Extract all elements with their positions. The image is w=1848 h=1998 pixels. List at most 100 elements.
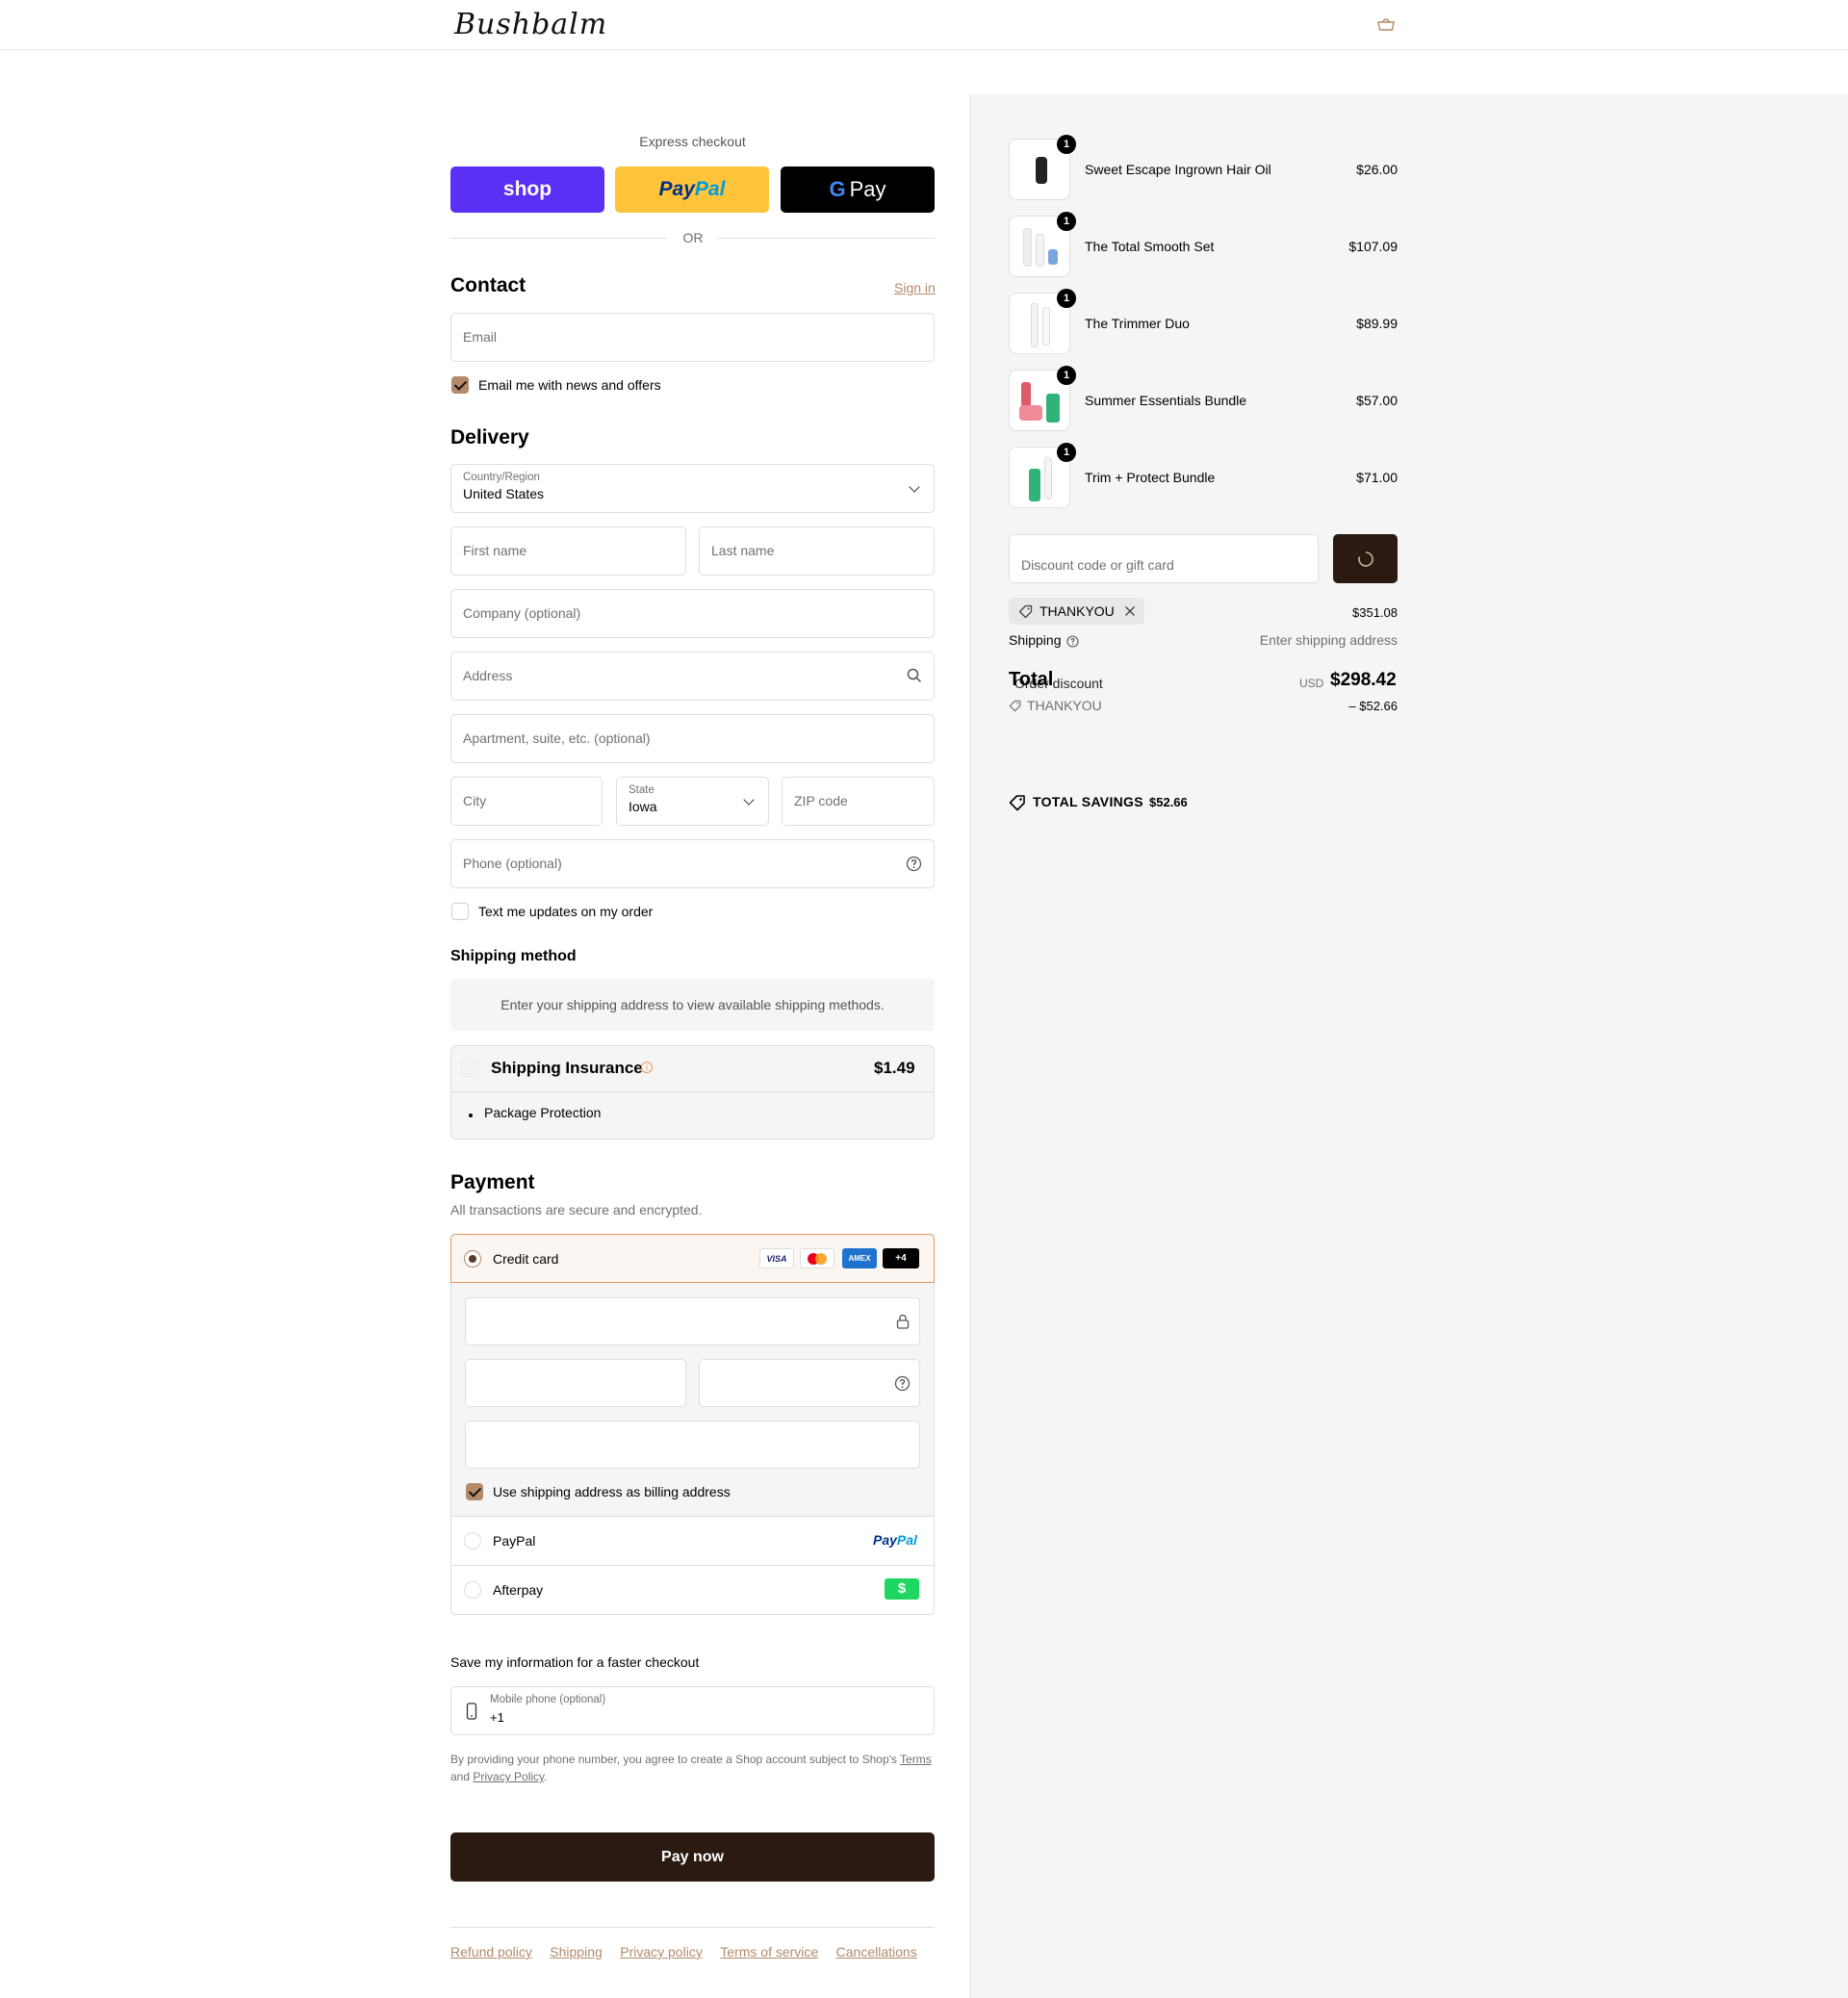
- delivery-heading: Delivery: [450, 426, 529, 448]
- privacy-policy-link[interactable]: Privacy Policy: [473, 1770, 544, 1783]
- pay-now-label: Pay now: [661, 1848, 724, 1865]
- paypal-logo: PayPal: [873, 1532, 917, 1548]
- paypal-label: PayPal: [493, 1533, 536, 1549]
- help-circle-icon[interactable]: [894, 1375, 911, 1392]
- line-item-price: $57.00: [1356, 393, 1398, 408]
- contact-heading: Contact: [450, 274, 526, 296]
- apartment-placeholder: Apartment, suite, etc. (optional): [463, 730, 651, 746]
- google-pay-label: Pay: [849, 177, 886, 201]
- payment-subtitle: All transactions are secure and encrypte…: [450, 1202, 703, 1217]
- terms-link[interactable]: Terms: [900, 1753, 932, 1766]
- discount-code-field[interactable]: Discount code or gift card: [1009, 534, 1319, 583]
- country-select[interactable]: Country/Region United States: [450, 464, 935, 513]
- chevron-down-icon: [909, 481, 920, 493]
- tag-icon: [1009, 700, 1021, 712]
- line-item-price: $26.00: [1356, 162, 1398, 177]
- paypal-express-logo-pal: Pal: [694, 178, 726, 200]
- product-image: [1048, 249, 1058, 265]
- line-item-name: Trim + Protect Bundle: [1085, 470, 1216, 485]
- afterpay-logo: $: [885, 1578, 919, 1600]
- product-image: [1029, 469, 1040, 501]
- product-image: [1046, 394, 1060, 423]
- name-on-card-field[interactable]: [465, 1421, 920, 1469]
- city-field[interactable]: City: [450, 777, 603, 826]
- card-number-field[interactable]: [465, 1297, 920, 1345]
- insurance-divider: [451, 1091, 934, 1092]
- quantity-badge: 1: [1057, 289, 1076, 308]
- help-circle-icon[interactable]: [1066, 635, 1079, 648]
- total-amount: $298.42: [1330, 670, 1397, 690]
- privacy-policy-footer-link[interactable]: Privacy policy: [620, 1944, 703, 1960]
- apply-discount-button[interactable]: [1333, 534, 1398, 583]
- sms-updates-checkbox[interactable]: [451, 903, 469, 920]
- paypal-express-button[interactable]: PayPal: [615, 166, 769, 213]
- newsletter-checkbox[interactable]: [451, 376, 469, 394]
- email-field[interactable]: Email: [450, 313, 935, 362]
- company-field[interactable]: Company (optional): [450, 589, 935, 638]
- sign-in-link[interactable]: Sign in: [894, 280, 936, 295]
- afterpay-radio[interactable]: [464, 1581, 481, 1599]
- apartment-field[interactable]: Apartment, suite, etc. (optional): [450, 714, 935, 763]
- save-info-heading: Save my information for a faster checkou…: [450, 1654, 700, 1670]
- line-item-price: $89.99: [1356, 316, 1398, 331]
- remove-discount-icon[interactable]: [1124, 605, 1136, 617]
- city-placeholder: City: [463, 793, 487, 808]
- phone-field[interactable]: Phone (optional): [450, 839, 935, 888]
- lock-icon: [896, 1314, 910, 1329]
- address-field[interactable]: Address: [450, 652, 935, 701]
- savings-tag-icon: [1009, 795, 1025, 811]
- total-savings-amount: $52.66: [1149, 795, 1188, 809]
- shopping-bag-icon[interactable]: [1376, 17, 1396, 31]
- expiration-field[interactable]: [465, 1359, 686, 1407]
- refund-policy-link[interactable]: Refund policy: [450, 1944, 532, 1960]
- spinner-icon: [1357, 551, 1373, 567]
- info-icon[interactable]: i: [641, 1062, 653, 1073]
- paypal-radio[interactable]: [464, 1532, 481, 1550]
- shipping-method-message: Enter your shipping address to view avai…: [500, 997, 885, 1012]
- product-image: [1044, 457, 1052, 500]
- billing-address-checkbox[interactable]: [466, 1483, 483, 1500]
- line-item-name: Sweet Escape Ingrown Hair Oil: [1085, 162, 1271, 177]
- shipping-policy-link[interactable]: Shipping: [550, 1944, 603, 1960]
- more-cards-badge: +4: [883, 1248, 919, 1268]
- afterpay-label: Afterpay: [493, 1582, 544, 1598]
- subtotal-value: $351.08: [1352, 605, 1398, 620]
- footer-divider: [450, 1927, 935, 1928]
- product-image: [1023, 228, 1032, 267]
- insurance-checkbox[interactable]: [461, 1060, 478, 1077]
- visa-logo: VISA: [759, 1248, 794, 1268]
- security-code-field[interactable]: [699, 1359, 920, 1407]
- google-pay-button[interactable]: G Pay: [781, 166, 935, 213]
- mobile-phone-icon: [466, 1703, 477, 1720]
- line-item-price: $107.09: [1348, 239, 1398, 254]
- last-name-field[interactable]: Last name: [699, 526, 935, 576]
- brand-logo[interactable]: Bushbalm: [454, 8, 607, 41]
- help-circle-icon[interactable]: [906, 856, 922, 872]
- terms-of-service-link[interactable]: Terms of service: [720, 1944, 818, 1960]
- address-placeholder: Address: [463, 668, 513, 683]
- quantity-badge: 1: [1057, 366, 1076, 385]
- paypal-logo-pay: Pay: [873, 1532, 897, 1548]
- zip-field[interactable]: ZIP code: [782, 777, 935, 826]
- radio-dot: [469, 1255, 476, 1263]
- legal-suffix: .: [544, 1770, 548, 1783]
- shipping-method-heading: Shipping method: [450, 948, 577, 964]
- product-image: [1036, 157, 1047, 184]
- cancellations-link[interactable]: Cancellations: [836, 1944, 917, 1960]
- pay-now-button[interactable]: Pay now: [450, 1832, 935, 1882]
- order-summary: [970, 94, 1848, 1998]
- discount-code-placeholder: Discount code or gift card: [1021, 557, 1174, 573]
- company-placeholder: Company (optional): [463, 605, 581, 621]
- insurance-price: $1.49: [874, 1059, 915, 1077]
- insurance-bullet: Package Protection: [484, 1105, 602, 1120]
- state-select[interactable]: State Iowa: [616, 777, 769, 826]
- payment-heading: Payment: [450, 1171, 535, 1193]
- total-savings-label: TOTAL SAVINGS: [1033, 794, 1143, 809]
- mobile-phone-field[interactable]: Mobile phone (optional) +1: [450, 1686, 935, 1735]
- first-name-field[interactable]: First name: [450, 526, 686, 576]
- credit-card-radio[interactable]: [464, 1250, 481, 1268]
- sms-updates-label: Text me updates on my order: [478, 904, 654, 919]
- divider-right: [718, 238, 935, 239]
- state-value: Iowa: [629, 799, 657, 814]
- shop-pay-button[interactable]: shop: [450, 166, 604, 213]
